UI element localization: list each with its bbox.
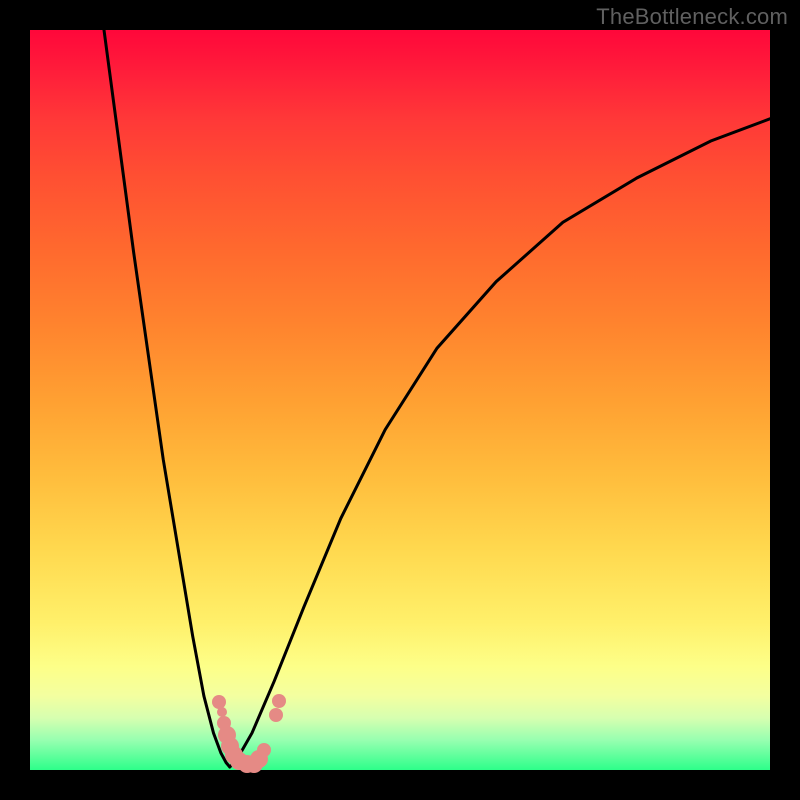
data-marker bbox=[269, 708, 283, 722]
curve-layer bbox=[30, 30, 770, 770]
data-marker bbox=[257, 743, 271, 757]
right-curve-path bbox=[230, 119, 770, 767]
chart-frame: TheBottleneck.com bbox=[0, 0, 800, 800]
plot-area bbox=[30, 30, 770, 770]
watermark-text: TheBottleneck.com bbox=[596, 4, 788, 30]
left-curve-path bbox=[104, 30, 230, 767]
data-marker bbox=[272, 694, 286, 708]
